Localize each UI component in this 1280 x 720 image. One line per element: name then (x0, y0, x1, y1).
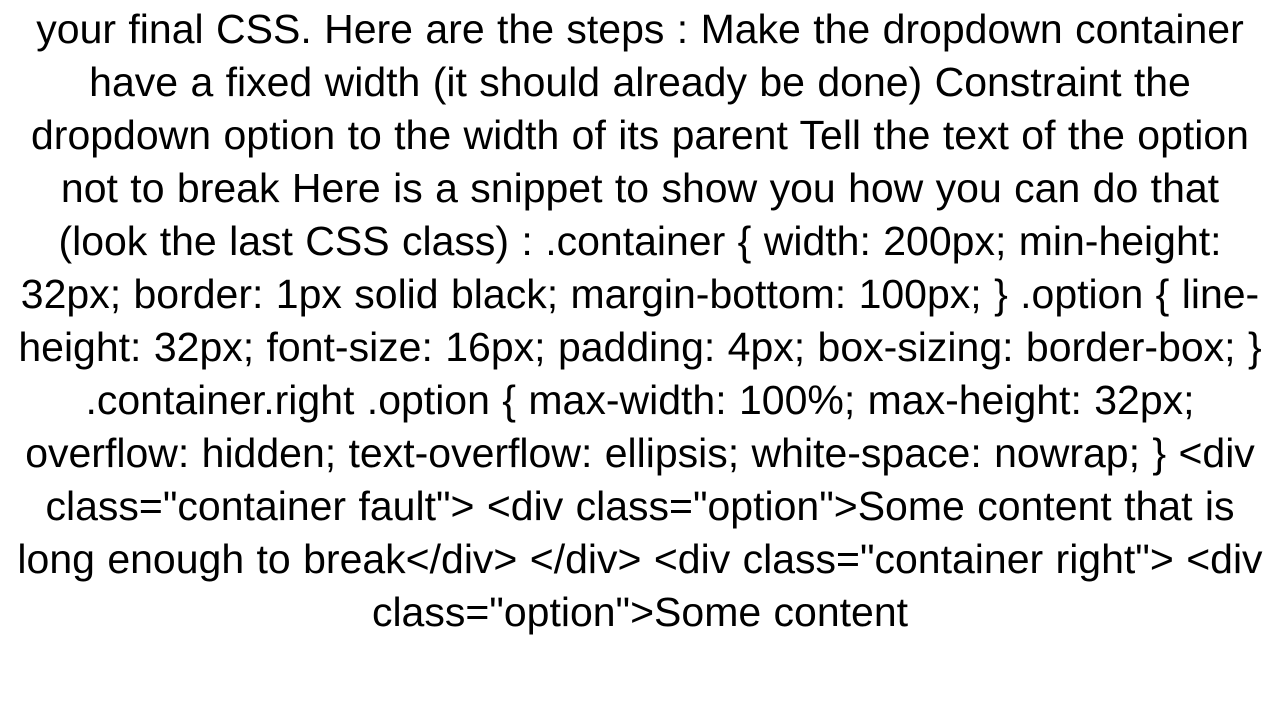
body-text: of the component, so what you're asking … (14, 0, 1266, 639)
page: of the component, so what you're asking … (0, 0, 1280, 720)
